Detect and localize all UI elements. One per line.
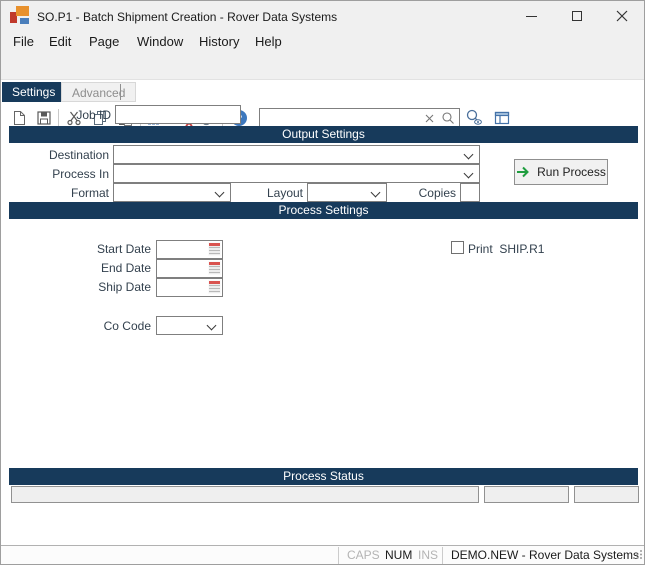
window-title: SO.P1 - Batch Shipment Creation - Rover …	[37, 10, 338, 24]
process-status-message	[11, 486, 479, 503]
chevron-down-icon	[463, 168, 474, 179]
print-ship-r1-label: Print SHIP.R1	[468, 242, 545, 256]
start-date-field	[156, 240, 223, 259]
statusbar-separator	[338, 547, 339, 564]
start-date-label: Start Date	[96, 242, 151, 256]
maximize-button[interactable]	[554, 1, 599, 31]
process-status-header: Process Status	[9, 468, 638, 485]
job-id-input[interactable]	[115, 105, 241, 124]
job-id-label: Job ID	[76, 108, 111, 122]
maximize-icon	[571, 11, 582, 21]
minimize-button[interactable]	[509, 1, 554, 31]
menu-window[interactable]: Window	[137, 31, 183, 53]
chevron-down-icon	[463, 149, 474, 160]
tab-advanced[interactable]: Advanced	[61, 82, 137, 102]
menu-page[interactable]: Page	[89, 31, 119, 53]
menu-edit[interactable]: Edit	[49, 31, 71, 53]
minimize-icon	[526, 15, 537, 17]
chevron-down-icon	[214, 187, 225, 198]
copies-input[interactable]	[460, 183, 480, 202]
layout-label: Layout	[266, 186, 303, 200]
toolbar: ?	[1, 53, 644, 129]
process-status-value-2	[574, 486, 639, 503]
end-date-field	[156, 259, 223, 278]
app-logo-icon	[10, 6, 32, 26]
search-clear-icon[interactable]	[422, 111, 436, 125]
close-button[interactable]	[599, 1, 644, 31]
ship-date-field	[156, 278, 223, 297]
end-date-label: End Date	[100, 261, 151, 275]
process-status-value-1	[484, 486, 569, 503]
process-settings-header: Process Settings	[9, 202, 638, 219]
format-select[interactable]	[113, 183, 231, 202]
chevron-down-icon	[370, 187, 381, 198]
close-icon	[616, 10, 627, 22]
tab-separator	[120, 84, 121, 100]
destination-label: Destination	[48, 148, 109, 162]
session-info: DEMO.NEW - Rover Data Systems	[451, 548, 640, 562]
window-chrome: SO.P1 - Batch Shipment Creation - Rover …	[1, 1, 644, 129]
search-magnifier-icon[interactable]	[440, 110, 456, 126]
process-in-label: Process In	[52, 167, 109, 181]
ins-indicator: INS	[418, 548, 439, 562]
ship-date-label: Ship Date	[98, 280, 151, 294]
chevron-down-icon	[206, 320, 217, 331]
run-process-button[interactable]: Run Process	[514, 159, 608, 185]
menu-bar: File Edit Page Window History Help	[1, 31, 644, 53]
copies-label: Copies	[418, 186, 456, 200]
window-layout-icon[interactable]	[492, 108, 512, 128]
process-in-select[interactable]	[113, 164, 480, 183]
output-settings-header: Output Settings	[9, 126, 638, 143]
resize-grip[interactable]	[632, 549, 643, 563]
calendar-icon[interactable]	[208, 280, 221, 294]
destination-select[interactable]	[113, 145, 480, 164]
print-ship-r1-checkbox[interactable]	[451, 241, 464, 254]
menu-history[interactable]: History	[199, 31, 239, 53]
co-code-select[interactable]	[156, 316, 223, 335]
calendar-icon[interactable]	[208, 242, 221, 256]
menu-file[interactable]: File	[13, 31, 34, 53]
calendar-icon[interactable]	[208, 261, 221, 275]
menu-help[interactable]: Help	[255, 31, 282, 53]
statusbar-separator	[442, 547, 443, 564]
search-view-icon[interactable]	[464, 108, 484, 128]
tab-settings[interactable]: Settings	[2, 82, 66, 102]
layout-select[interactable]	[307, 183, 387, 202]
application-window: SO.P1 - Batch Shipment Creation - Rover …	[0, 0, 645, 565]
caps-indicator: CAPS	[347, 548, 380, 562]
format-label: Format	[70, 186, 109, 200]
run-arrow-icon	[517, 166, 530, 178]
co-code-label: Co Code	[103, 319, 151, 333]
num-indicator: NUM	[385, 548, 413, 562]
status-bar: CAPS NUM INS DEMO.NEW - Rover Data Syste…	[1, 545, 644, 564]
